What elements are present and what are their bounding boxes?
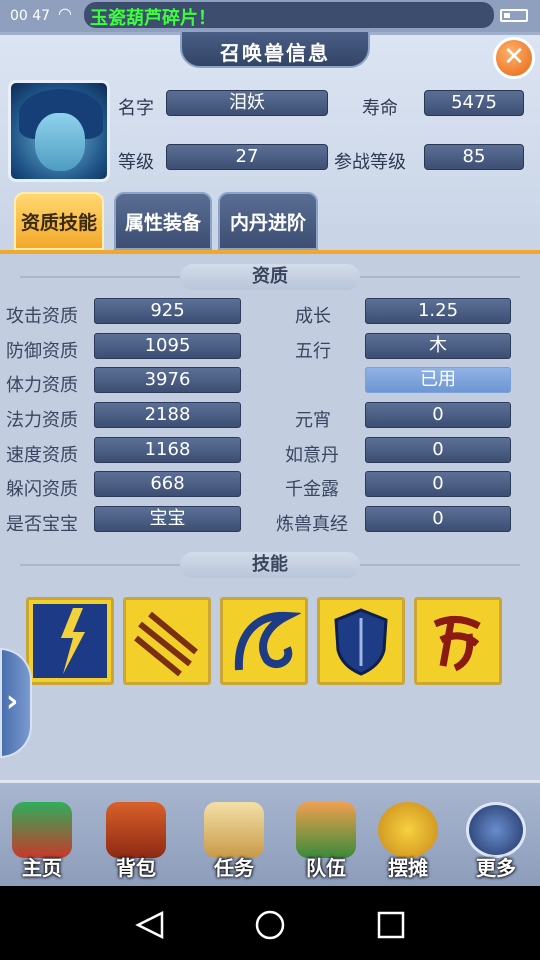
- battery-icon: [500, 9, 528, 22]
- claw-skill-icon[interactable]: [123, 597, 211, 685]
- recents-icon[interactable]: [376, 910, 406, 940]
- side-expand-handle[interactable]: ›: [0, 648, 32, 758]
- aptitude-section-title: 资质: [180, 264, 360, 290]
- aptitude-value: 0: [365, 437, 511, 463]
- menu-bag[interactable]: 背包: [96, 800, 176, 880]
- aptitude-value: 3976: [94, 367, 241, 393]
- aptitude-value: 宝宝: [94, 506, 241, 532]
- marquee-text: 玉瓷葫芦碎片！: [90, 8, 216, 28]
- aptitude-label: 是否宝宝: [6, 514, 78, 535]
- home-nav-icon[interactable]: [254, 910, 286, 940]
- back-icon[interactable]: [134, 910, 166, 940]
- life-field: 5475: [424, 90, 524, 116]
- aptitude-label: 法力资质: [6, 410, 78, 431]
- menu-more[interactable]: 更多: [456, 800, 536, 880]
- menu-label: 任务: [214, 856, 254, 880]
- more-icon: [466, 802, 526, 858]
- aptitude-label: 攻击资质: [6, 306, 78, 327]
- aptitude-label: 元宵: [295, 410, 331, 431]
- avatar-face: [35, 113, 85, 171]
- menu-team[interactable]: 队伍: [286, 800, 366, 880]
- menu-label: 背包: [116, 856, 156, 880]
- shield-skill-icon[interactable]: [317, 597, 405, 685]
- menu-label: 更多: [476, 856, 516, 880]
- coin-icon: [378, 802, 438, 858]
- aptitude-label: 体力资质: [6, 375, 78, 396]
- menu-label: 摆摊: [388, 856, 428, 880]
- level-label: 等级: [118, 152, 154, 173]
- aptitude-label: 躲闪资质: [6, 479, 78, 500]
- rune-skill-icon[interactable]: [414, 597, 502, 685]
- lightning-skill-icon[interactable]: [26, 597, 114, 685]
- aptitude-label: 炼兽真经: [276, 514, 348, 535]
- title-bar: 召唤兽信息: [180, 30, 370, 68]
- aptitude-value: 0: [365, 402, 511, 428]
- menu-quest[interactable]: 任务: [194, 800, 274, 880]
- name-label: 名字: [118, 98, 154, 119]
- aptitude-value: 1.25: [365, 298, 511, 324]
- team-icon: [296, 802, 356, 858]
- status-bar: 00 47 ◠ 玉瓷葫芦碎片！: [0, 0, 540, 32]
- aptitude-value: 1095: [94, 333, 241, 359]
- aptitude-value: 0: [365, 506, 511, 532]
- wave-skill-icon[interactable]: [220, 597, 308, 685]
- aptitude-label: 如意丹: [285, 445, 339, 466]
- menu-stall[interactable]: 摆摊: [368, 800, 448, 880]
- menu-home[interactable]: 主页: [2, 800, 82, 880]
- announcement-marquee: 玉瓷葫芦碎片！: [84, 2, 494, 28]
- home-icon: [12, 802, 72, 858]
- close-button[interactable]: ✕: [493, 37, 535, 79]
- skills-section-title: 技能: [180, 552, 360, 578]
- used-status-button[interactable]: 已用: [365, 367, 511, 393]
- life-label: 寿命: [362, 98, 398, 119]
- tab-attribute-equipment[interactable]: 属性装备: [114, 192, 212, 250]
- page-title: 召唤兽信息: [220, 41, 330, 65]
- aptitude-label: 千金露: [285, 479, 339, 500]
- tab-inner-core[interactable]: 内丹进阶: [218, 192, 318, 250]
- menu-label: 主页: [22, 856, 62, 880]
- chevron-right-icon: ›: [6, 684, 19, 719]
- menu-label: 队伍: [306, 856, 346, 880]
- level-field: 27: [166, 144, 328, 170]
- aptitude-value: 2188: [94, 402, 241, 428]
- aptitude-value: 木: [365, 333, 511, 359]
- pet-avatar: [8, 80, 110, 182]
- chest-icon: [106, 802, 166, 858]
- aptitude-value: 1168: [94, 437, 241, 463]
- tab-aptitude-skills[interactable]: 资质技能: [14, 192, 104, 250]
- wifi-icon: ◠: [58, 4, 72, 23]
- clock: 00 47: [10, 8, 51, 24]
- name-field: 泪妖: [166, 90, 328, 116]
- aptitude-label: 速度资质: [6, 445, 78, 466]
- aptitude-value: 0: [365, 471, 511, 497]
- aptitude-value: 925: [94, 298, 241, 324]
- aptitude-label: 成长: [295, 306, 331, 327]
- aptitude-label: 五行: [295, 341, 331, 362]
- battle-level-label: 参战等级: [334, 152, 406, 173]
- scroll-icon: [204, 802, 264, 858]
- aptitude-label: 防御资质: [6, 341, 78, 362]
- battle-level-field: 85: [424, 144, 524, 170]
- aptitude-value: 668: [94, 471, 241, 497]
